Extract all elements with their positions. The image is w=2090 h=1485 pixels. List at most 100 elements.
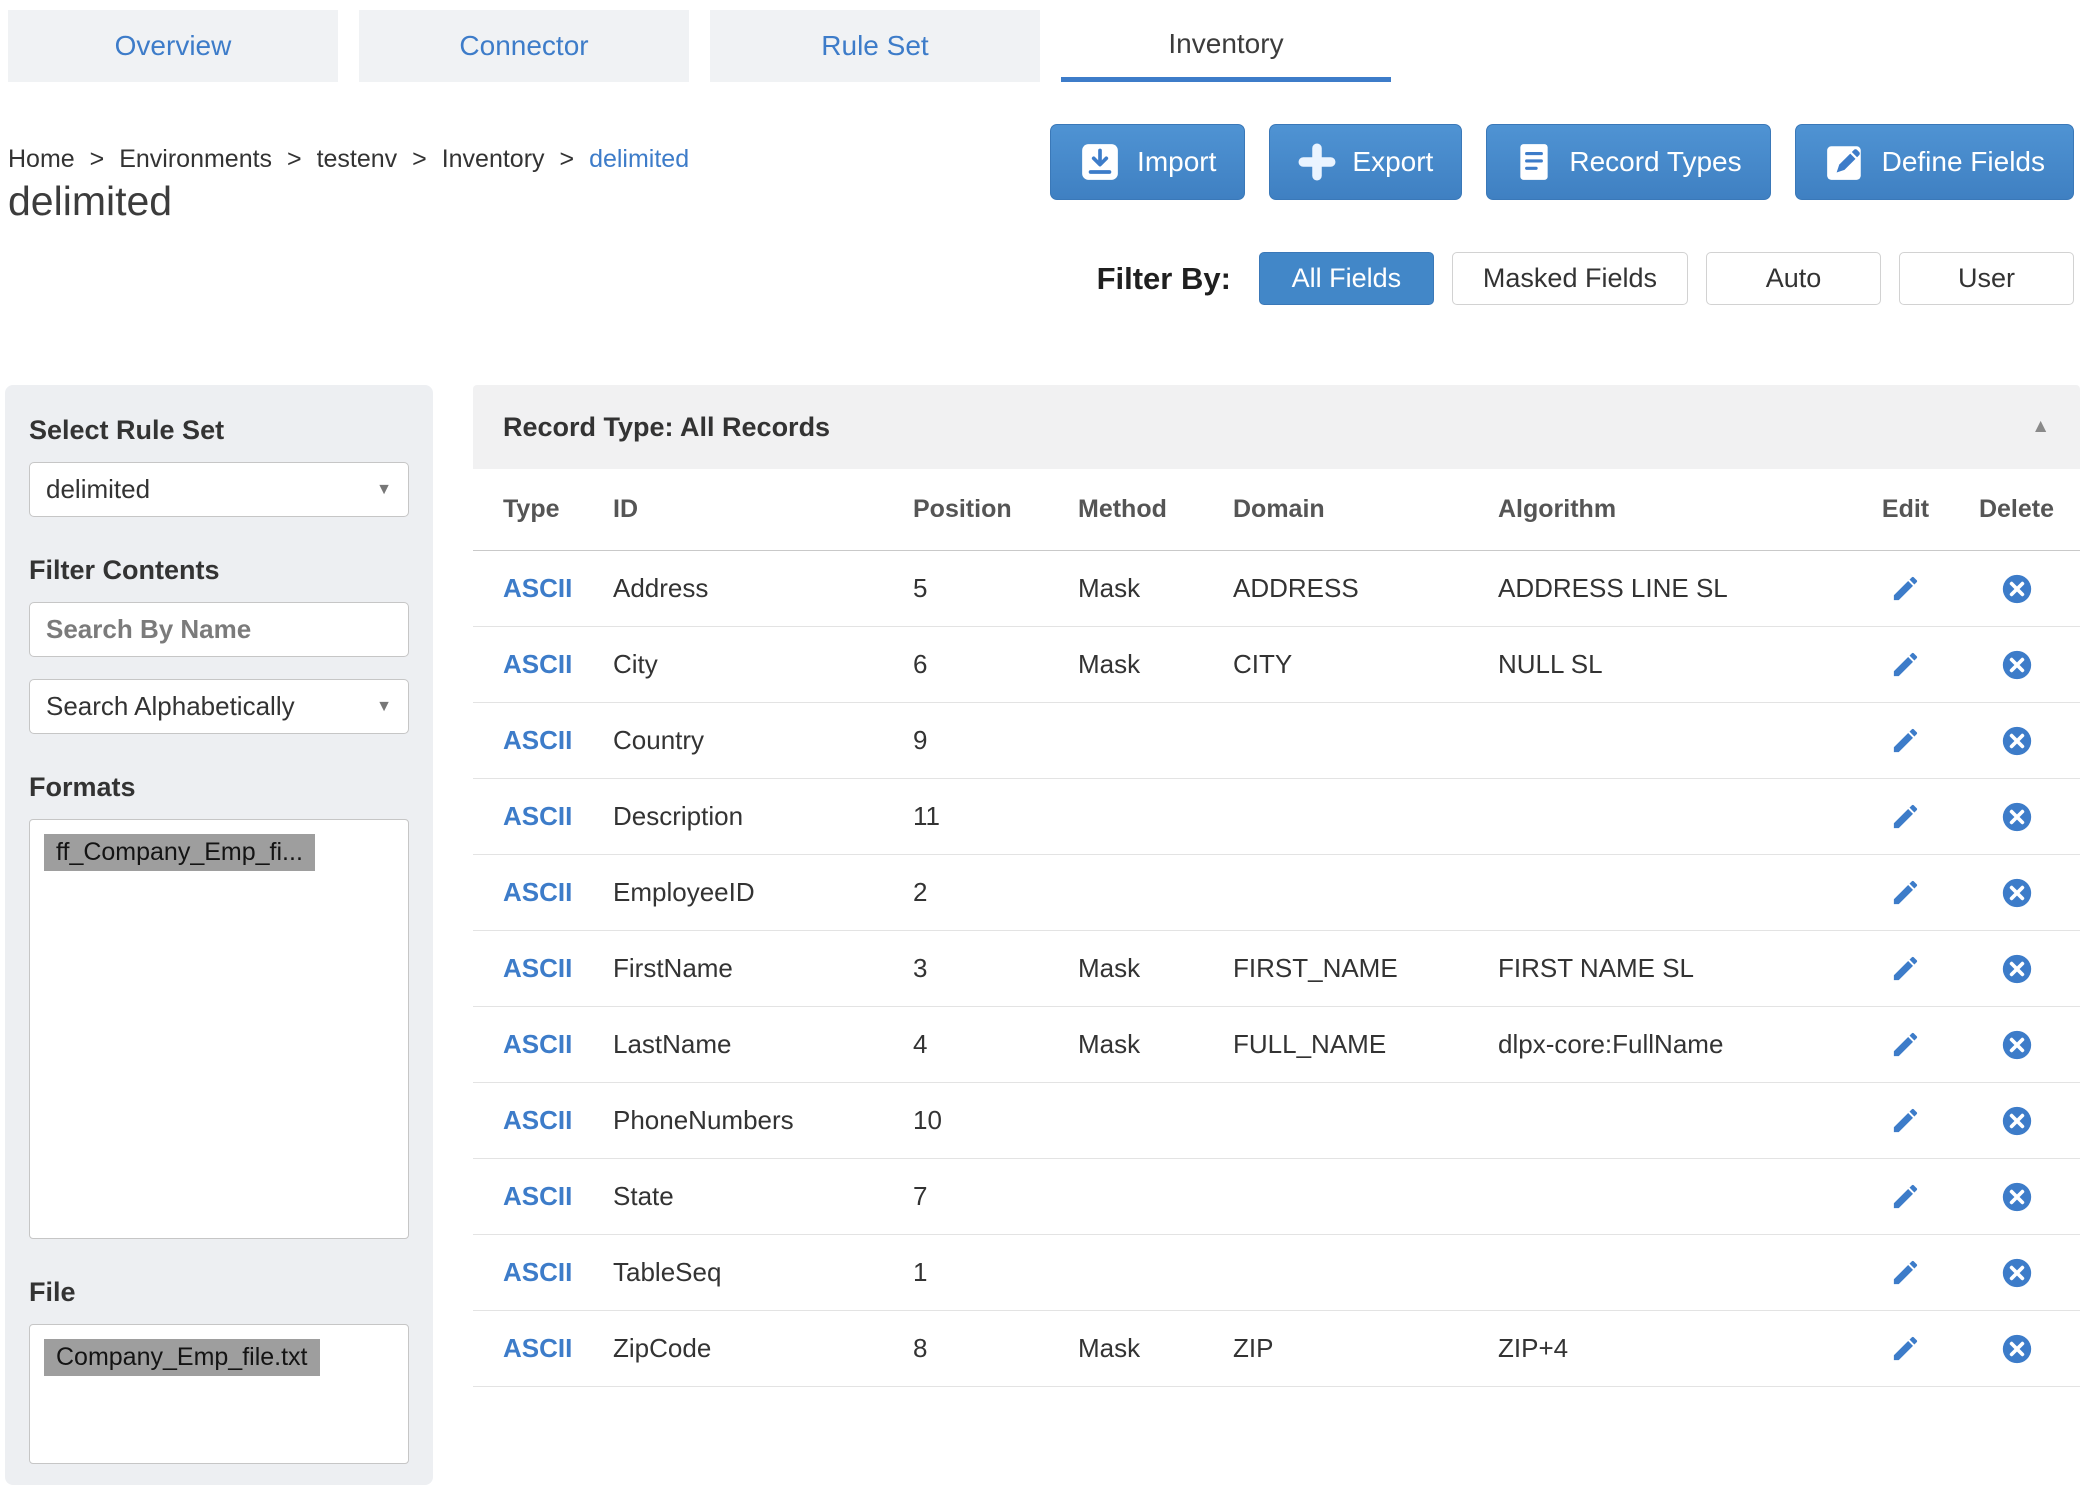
sort-select[interactable]: Search Alphabetically ▼ [29,679,409,734]
cell-position: 9 [913,725,1078,756]
edit-icon[interactable] [1890,1257,1921,1288]
table-row: ASCII Description 11 [473,779,2080,855]
tab-bar: Overview Connector Rule Set Inventory [8,10,1391,82]
action-toolbar: Import Export Record Types Define Fields [1050,124,2074,200]
search-input[interactable] [29,602,409,657]
table-row: ASCII TableSeq 1 [473,1235,2080,1311]
tab-rule-set[interactable]: Rule Set [710,10,1040,82]
edit-icon[interactable] [1890,573,1921,604]
content-area: Select Rule Set delimited ▼ Filter Conte… [5,385,2080,1485]
edit-icon[interactable] [1890,649,1921,680]
column-header-position: Position [913,495,1078,524]
rule-set-select-value: delimited [46,474,150,505]
cell-algorithm: FIRST NAME SL [1498,953,1858,984]
breadcrumb-environments[interactable]: Environments [119,145,272,173]
cell-type: ASCII [473,1029,613,1060]
edit-icon[interactable] [1890,1333,1921,1364]
breadcrumb-home[interactable]: Home [8,145,75,173]
rule-set-select[interactable]: delimited ▼ [29,462,409,517]
table-row: ASCII PhoneNumbers 10 [473,1083,2080,1159]
delete-icon[interactable] [2000,648,2034,682]
delete-icon[interactable] [2000,1104,2034,1138]
cell-id: PhoneNumbers [613,1105,913,1136]
cell-id: City [613,649,913,680]
delete-icon[interactable] [2000,952,2034,986]
tab-overview[interactable]: Overview [8,10,338,82]
record-type-header-label: Record Type: All Records [503,412,830,443]
collapse-arrow-icon[interactable]: ▲ [2031,416,2050,438]
delete-icon[interactable] [2000,724,2034,758]
define-fields-icon [1824,141,1866,183]
column-header-domain: Domain [1233,495,1498,524]
table-row: ASCII Country 9 [473,703,2080,779]
cell-id: Country [613,725,913,756]
table-row: ASCII City 6 Mask CITY NULL SL [473,627,2080,703]
cell-domain: FIRST_NAME [1233,953,1498,984]
cell-position: 5 [913,573,1078,604]
cell-domain: ZIP [1233,1333,1498,1364]
filter-auto-button[interactable]: Auto [1706,252,1881,305]
delete-icon[interactable] [2000,1028,2034,1062]
table-row: ASCII Address 5 Mask ADDRESS ADDRESS LIN… [473,551,2080,627]
record-types-button[interactable]: Record Types [1486,124,1770,200]
filter-user-button[interactable]: User [1899,252,2074,305]
cell-type: ASCII [473,1333,613,1364]
cell-algorithm: dlpx-core:FullName [1498,1029,1858,1060]
chevron-down-icon: ▼ [376,481,392,499]
edit-icon[interactable] [1890,1105,1921,1136]
breadcrumb-separator: > [90,145,105,173]
table-row: ASCII LastName 4 Mask FULL_NAME dlpx-cor… [473,1007,2080,1083]
breadcrumb-separator: > [412,145,427,173]
import-button[interactable]: Import [1050,124,1245,200]
cell-type: ASCII [473,1257,613,1288]
tab-inventory[interactable]: Inventory [1061,10,1391,82]
breadcrumb-current: delimited [589,145,689,173]
filter-masked-fields-button[interactable]: Masked Fields [1452,252,1688,305]
breadcrumb-inventory[interactable]: Inventory [442,145,545,173]
cell-id: LastName [613,1029,913,1060]
delete-icon[interactable] [2000,1332,2034,1366]
inventory-table: Record Type: All Records ▲ Type ID Posit… [473,385,2080,1485]
cell-method: Mask [1078,573,1233,604]
delete-icon[interactable] [2000,1256,2034,1290]
cell-method: Mask [1078,1029,1233,1060]
column-header-type: Type [473,495,613,524]
edit-icon[interactable] [1890,1181,1921,1212]
cell-method: Mask [1078,1333,1233,1364]
edit-icon[interactable] [1890,725,1921,756]
edit-icon[interactable] [1890,877,1921,908]
edit-icon[interactable] [1890,1029,1921,1060]
cell-algorithm: ADDRESS LINE SL [1498,573,1858,604]
cell-id: Address [613,573,913,604]
table-body: ASCII Address 5 Mask ADDRESS ADDRESS LIN… [473,551,2080,1387]
cell-type: ASCII [473,649,613,680]
cell-type: ASCII [473,877,613,908]
column-header-edit: Edit [1882,495,1929,524]
format-list-item[interactable]: ff_Company_Emp_fi... [44,834,315,871]
page-title: delimited [8,178,172,225]
table-row: ASCII State 7 [473,1159,2080,1235]
formats-label: Formats [29,772,409,803]
cell-id: EmployeeID [613,877,913,908]
breadcrumb-testenv[interactable]: testenv [317,145,398,173]
record-type-header: Record Type: All Records ▲ [473,385,2080,469]
cell-type: ASCII [473,801,613,832]
export-plus-icon [1298,143,1336,181]
delete-icon[interactable] [2000,1180,2034,1214]
edit-icon[interactable] [1890,801,1921,832]
formats-list: ff_Company_Emp_fi... [29,819,409,1239]
export-button[interactable]: Export [1269,124,1462,200]
file-list: Company_Emp_file.txt [29,1324,409,1464]
cell-method: Mask [1078,649,1233,680]
delete-icon[interactable] [2000,876,2034,910]
filter-all-fields-button[interactable]: All Fields [1259,252,1434,305]
delete-icon[interactable] [2000,572,2034,606]
tab-connector[interactable]: Connector [359,10,689,82]
file-list-item[interactable]: Company_Emp_file.txt [44,1339,320,1376]
define-fields-button[interactable]: Define Fields [1795,124,2074,200]
filter-contents-label: Filter Contents [29,555,409,586]
edit-icon[interactable] [1890,953,1921,984]
delete-icon[interactable] [2000,800,2034,834]
record-types-icon [1515,141,1553,183]
breadcrumb: Home > Environments > testenv > Inventor… [8,145,689,174]
